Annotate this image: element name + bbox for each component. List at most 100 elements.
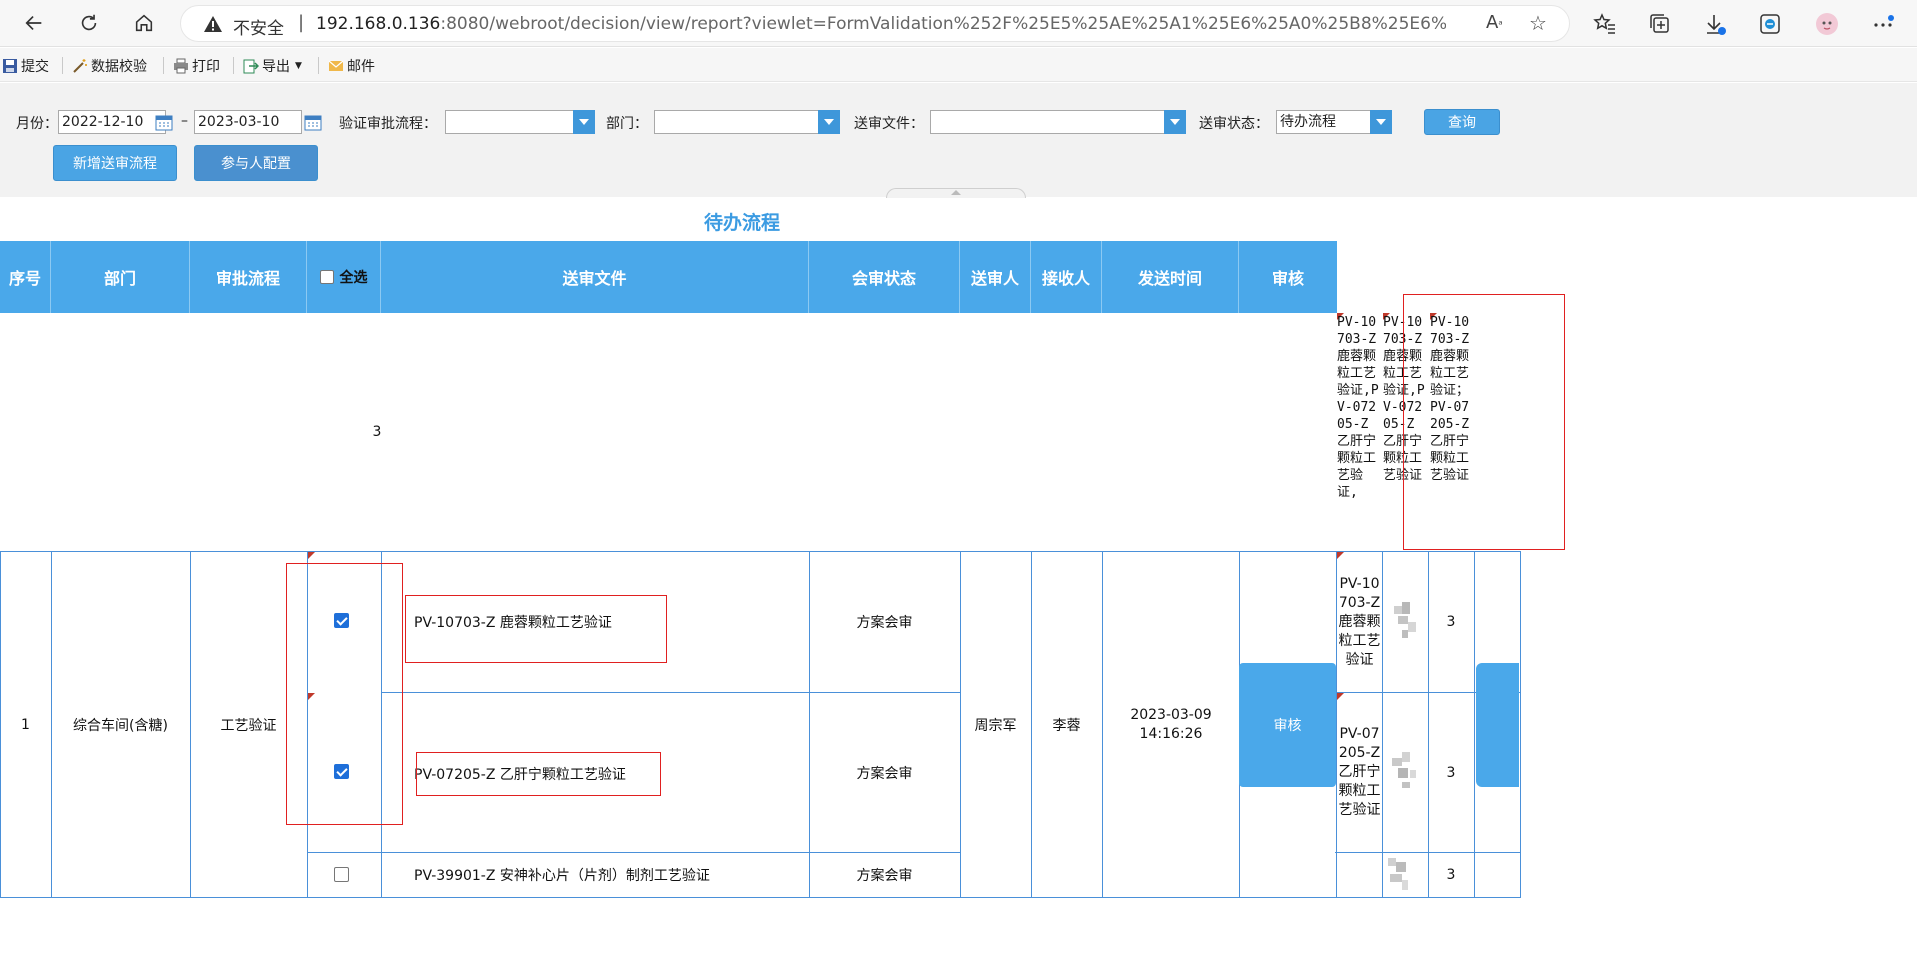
back-button[interactable]: [17, 6, 51, 40]
date-to-input[interactable]: 2023-03-10: [194, 110, 302, 134]
back-arrow-icon: [25, 15, 42, 31]
export-button[interactable]: 导出 ▼: [243, 56, 302, 76]
print-button[interactable]: 打印: [173, 56, 220, 76]
header-review: 审核: [1239, 241, 1337, 313]
add-flow-button[interactable]: 新增送审流程: [53, 145, 177, 181]
flow-dropdown-button[interactable]: [573, 110, 595, 134]
doc-dropdown-button[interactable]: [1164, 110, 1186, 134]
dept-select[interactable]: [654, 110, 840, 134]
validate-label: 数据校验: [91, 59, 147, 75]
grid-line: [1102, 551, 1103, 898]
browser-chrome: 不安全 | 192.168.0.136:8080/webroot/decisio…: [0, 0, 1917, 47]
home-icon: [135, 14, 153, 32]
chevron-down-icon: ▼: [295, 61, 302, 71]
profile-avatar[interactable]: [1812, 9, 1842, 39]
highlight-box: [286, 563, 403, 825]
refresh-button[interactable]: [72, 6, 106, 40]
header-flow: 审批流程: [190, 241, 307, 313]
grid-line: [0, 897, 1520, 898]
header-dept: 部门: [51, 241, 190, 313]
row-2-count: 3: [1446, 764, 1456, 781]
export-icon: [243, 59, 259, 74]
mail-button[interactable]: 邮件: [328, 56, 375, 76]
dept-label: 部门：: [606, 116, 648, 132]
row-3-doc[interactable]: PV-39901-Z 安神补心片（片剂）制剂工艺验证: [414, 853, 804, 897]
row-dept: 综合车间(含糖): [73, 717, 168, 734]
date-from-input[interactable]: 2022-12-10: [58, 110, 166, 134]
mail-label: 邮件: [347, 59, 375, 75]
row-1-status: 方案会审: [856, 615, 913, 631]
header-seq: 序号: [0, 241, 51, 313]
report-toolbar: 提交 数据校验 打印 导出 ▼ 邮件: [0, 48, 1917, 82]
collections-icon[interactable]: [1645, 9, 1675, 39]
comment-marker: [308, 552, 315, 559]
review-side-button[interactable]: [1476, 663, 1519, 787]
header-sender: 送审人: [960, 241, 1031, 313]
highlight-box: [1403, 294, 1565, 550]
status-label: 送审状态：: [1199, 116, 1269, 132]
magic-wand-icon: [73, 59, 87, 73]
date-range-separator: –: [181, 113, 188, 129]
grid-line: [1520, 551, 1521, 898]
downloads-icon[interactable]: [1700, 9, 1730, 39]
validate-button[interactable]: 数据校验: [72, 56, 147, 76]
select-all-label: 全选: [339, 270, 368, 286]
row-receiver: 李蓉: [1052, 717, 1081, 734]
add-favorite-icon[interactable]: ☆: [1529, 11, 1547, 35]
calendar-icon[interactable]: [153, 110, 175, 134]
summary-count: 3: [372, 424, 382, 440]
doc-select[interactable]: [930, 110, 1186, 134]
report-title: 待办流程: [703, 212, 780, 234]
address-separator: |: [298, 12, 305, 33]
row-1-side-doc: PV-10703-Z 鹿蓉颗粒工艺验证: [1338, 575, 1381, 668]
read-aloud-icon[interactable]: Aᵃ: [1486, 12, 1503, 33]
submit-label: 提交: [21, 59, 49, 75]
row-3-count: 3: [1446, 867, 1456, 883]
header-select-all[interactable]: 全选: [307, 241, 381, 313]
dept-dropdown-button[interactable]: [818, 110, 840, 134]
header-doc: 送审文件: [381, 241, 809, 313]
filter-panel: 月份： 2022-12-10 – 2023-03-10 验证审批流程： 部门： …: [0, 83, 1917, 197]
home-button[interactable]: [127, 6, 161, 40]
grid-line: [1474, 551, 1475, 898]
calendar-icon[interactable]: [302, 110, 324, 134]
url-text: 192.168.0.136:8080/webroot/decision/view…: [316, 14, 1446, 34]
toolbar-divider: [163, 57, 164, 74]
refresh-icon: [81, 14, 97, 31]
address-bar[interactable]: 不安全 | 192.168.0.136:8080/webroot/decisio…: [180, 5, 1570, 42]
save-icon: [3, 59, 17, 73]
header-receiver: 接收人: [1031, 241, 1102, 313]
settings-more-icon[interactable]: [1868, 9, 1898, 39]
signature-image: [1394, 602, 1416, 638]
toolbar-divider: [233, 57, 234, 74]
edge-icon[interactable]: [1755, 9, 1785, 39]
submit-button[interactable]: 提交: [2, 56, 49, 76]
month-label: 月份：: [16, 116, 58, 132]
header-time: 发送时间: [1102, 241, 1239, 313]
toolbar-divider: [318, 57, 319, 74]
participant-config-button[interactable]: 参与人配置: [194, 145, 318, 181]
row-3-side-doc: [1337, 853, 1382, 897]
grid-line: [1382, 551, 1383, 898]
printer-icon: [174, 58, 188, 74]
favorites-icon[interactable]: [1590, 9, 1620, 39]
row-3-checkbox[interactable]: [334, 867, 349, 882]
flow-label: 验证审批流程：: [339, 116, 437, 132]
row-seq: 1: [21, 716, 30, 733]
export-label: 导出: [262, 59, 290, 75]
status-dropdown-button[interactable]: [1370, 110, 1392, 134]
security-label: 不安全: [233, 19, 284, 39]
warning-icon: [204, 16, 222, 32]
row-2-side-doc: PV-07205-Z 乙肝宁颗粒工艺验证: [1338, 726, 1381, 818]
overflow-text-1: PV-10703-Z 鹿蓉颗粒工艺验证,PV-07205-Z 乙肝宁颗粒工艺验证…: [1337, 315, 1379, 500]
query-button[interactable]: 查询: [1424, 109, 1500, 135]
select-all-checkbox[interactable]: [319, 270, 334, 284]
row-sender: 周宗军: [974, 717, 1017, 734]
row-1-count: 3: [1446, 614, 1456, 630]
mail-icon: [328, 60, 344, 71]
review-button[interactable]: 审核: [1239, 663, 1336, 787]
row-2-status: 方案会审: [856, 765, 913, 782]
collapse-filter-toggle[interactable]: [886, 188, 1026, 198]
row-send-time: 2023-03-09 14:16:26: [1130, 706, 1212, 742]
print-label: 打印: [192, 59, 220, 75]
